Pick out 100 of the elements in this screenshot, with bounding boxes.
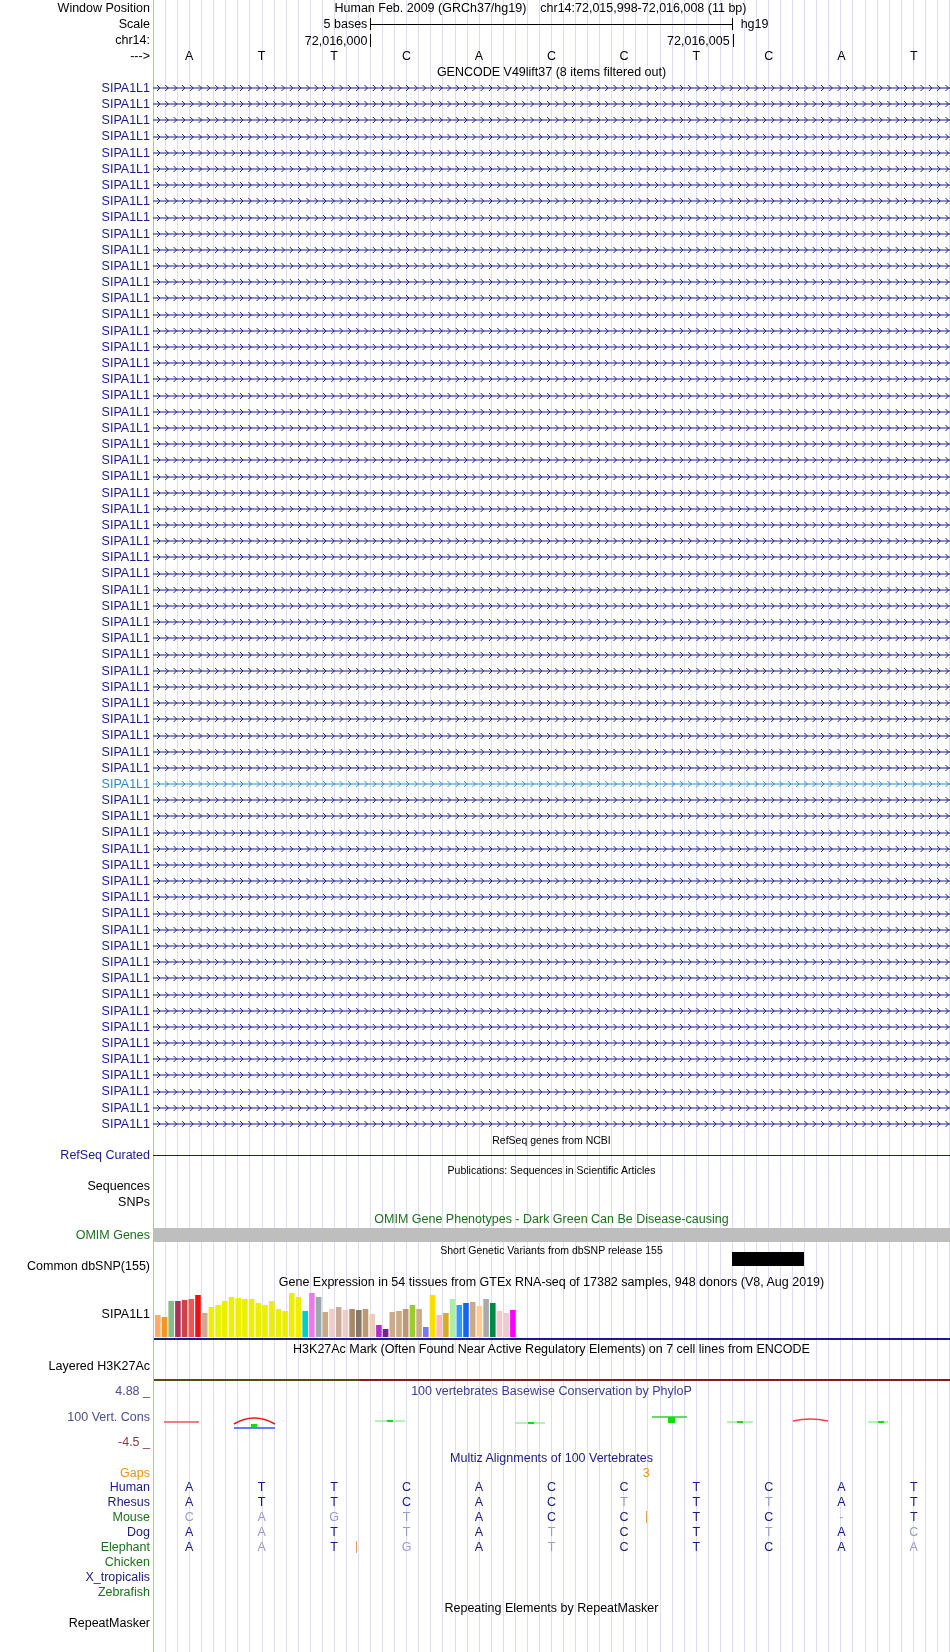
gene-link[interactable]: SIPA1L1 (101, 567, 150, 580)
gene-link[interactable]: SIPA1L1 (101, 1004, 150, 1018)
gene-strand-line[interactable] (153, 1071, 950, 1079)
gene-link[interactable]: SIPA1L1 (101, 696, 150, 710)
gene-strand-line[interactable] (153, 651, 950, 659)
gene-strand-line[interactable] (153, 262, 950, 270)
gene-strand-line[interactable] (153, 537, 950, 545)
gene-strand-line[interactable] (153, 974, 950, 982)
gene-link[interactable]: SIPA1L1 (101, 486, 150, 500)
track-label[interactable]: SNPs (118, 1195, 150, 1209)
gene-link[interactable]: SIPA1L1 (101, 1020, 150, 1034)
gene-strand-line[interactable] (153, 829, 950, 837)
gene-link[interactable]: SIPA1L1 (101, 1036, 150, 1050)
gene-strand-line[interactable] (153, 165, 950, 173)
gene-link[interactable]: SIPA1L1 (101, 972, 150, 985)
track-label[interactable]: Common dbSNP(155) (27, 1259, 150, 1273)
gene-strand-line[interactable] (153, 553, 950, 561)
gene-link[interactable]: SIPA1L1 (101, 761, 150, 775)
gene-strand-line[interactable] (153, 116, 950, 124)
gene-strand-line[interactable] (153, 408, 950, 416)
gene-link[interactable]: SIPA1L1 (101, 405, 150, 419)
track-label[interactable]: Sequences (87, 1179, 150, 1193)
gene-link[interactable]: SIPA1L1 (101, 551, 150, 564)
track-label[interactable]: OMIM Genes (75, 1228, 150, 1242)
species-label[interactable]: X_tropicalis (85, 1571, 150, 1584)
gene-link[interactable]: SIPA1L1 (101, 616, 150, 629)
gene-strand-line[interactable] (153, 424, 950, 432)
gene-link[interactable]: SIPA1L1 (101, 195, 150, 208)
gene-strand-line[interactable] (153, 1055, 950, 1063)
gene-strand-line[interactable] (153, 214, 950, 221)
gene-link[interactable]: SIPA1L1 (101, 259, 150, 273)
gene-link[interactable]: SIPA1L1 (101, 178, 150, 192)
gene-link[interactable]: SIPA1L1 (101, 826, 150, 839)
gene-strand-line[interactable] (153, 715, 950, 723)
gene-link[interactable]: SIPA1L1 (101, 308, 150, 321)
gene-link[interactable]: SIPA1L1 (101, 1101, 150, 1115)
gene-strand-line[interactable] (153, 149, 950, 157)
gene-link[interactable]: SIPA1L1 (101, 454, 150, 467)
gene-link[interactable]: SIPA1L1 (101, 324, 150, 338)
gene-strand-line[interactable] (153, 748, 950, 756)
gene-strand-line[interactable] (153, 1007, 950, 1015)
track-label[interactable]: RepeatMasker (68, 1617, 150, 1630)
gene-link[interactable]: SIPA1L1 (101, 583, 150, 597)
gene-strand-line[interactable] (153, 197, 950, 205)
gene-strand-line[interactable] (153, 392, 950, 400)
gene-link[interactable]: SIPA1L1 (101, 470, 150, 483)
species-label[interactable]: Mouse (112, 1511, 150, 1524)
gene-link[interactable]: SIPA1L1 (101, 842, 150, 856)
gene-link[interactable]: SIPA1L1 (101, 518, 150, 532)
gene-link[interactable]: SIPA1L1 (101, 114, 150, 127)
gene-link[interactable]: SIPA1L1 (101, 810, 150, 823)
gene-link[interactable]: SIPA1L1 (101, 794, 150, 807)
species-label[interactable]: Human (109, 1481, 150, 1494)
gene-link[interactable]: SIPA1L1 (101, 939, 150, 953)
gene-strand-line[interactable] (153, 732, 950, 739)
gene-strand-line[interactable] (153, 634, 950, 642)
gene-link[interactable]: SIPA1L1 (101, 1117, 150, 1131)
gene-strand-line[interactable] (153, 942, 950, 950)
gene-strand-line[interactable] (153, 570, 950, 578)
gene-strand-line[interactable] (153, 861, 950, 869)
gene-label[interactable]: SIPA1L1 (101, 1307, 150, 1321)
gene-link[interactable]: SIPA1L1 (101, 227, 150, 241)
gene-link[interactable]: SIPA1L1 (101, 211, 150, 224)
gene-strand-line[interactable] (153, 278, 950, 286)
gene-link[interactable]: SIPA1L1 (101, 955, 150, 969)
gene-link[interactable]: SIPA1L1 (101, 745, 150, 759)
gene-strand-line[interactable] (153, 796, 950, 804)
gene-strand-line[interactable] (153, 246, 950, 254)
gene-link[interactable]: SIPA1L1 (101, 81, 150, 95)
gene-link[interactable]: SIPA1L1 (101, 437, 150, 451)
gene-strand-line[interactable] (153, 181, 950, 189)
gene-strand-line[interactable] (153, 586, 950, 594)
gene-strand-line[interactable] (153, 489, 950, 497)
gene-link[interactable]: SIPA1L1 (101, 292, 150, 305)
gene-link[interactable]: SIPA1L1 (101, 1069, 150, 1082)
track-label[interactable]: RefSeq Curated (60, 1148, 150, 1162)
gene-strand-line[interactable] (153, 375, 950, 383)
gene-strand-line[interactable] (153, 1104, 950, 1112)
gene-strand-line[interactable] (153, 667, 950, 675)
gene-link[interactable]: SIPA1L1 (101, 907, 150, 920)
gene-link[interactable]: SIPA1L1 (101, 162, 150, 176)
gene-link[interactable]: SIPA1L1 (101, 357, 150, 370)
gene-link[interactable]: SIPA1L1 (101, 680, 150, 694)
gene-strand-line[interactable] (153, 327, 950, 335)
gene-link[interactable]: SIPA1L1 (101, 146, 150, 160)
gene-strand-line[interactable] (153, 845, 950, 853)
gene-strand-line[interactable] (153, 505, 950, 513)
species-label[interactable]: Dog (127, 1526, 150, 1539)
gene-link[interactable]: SIPA1L1 (101, 632, 150, 645)
gene-strand-line[interactable] (153, 683, 950, 691)
species-label[interactable]: Chicken (104, 1556, 150, 1569)
gene-strand-line[interactable] (153, 359, 950, 367)
gene-link[interactable]: SIPA1L1 (101, 276, 150, 289)
gene-strand-line[interactable] (153, 618, 950, 626)
gene-link[interactable]: SIPA1L1 (101, 130, 150, 143)
gene-strand-line[interactable] (153, 84, 950, 92)
gene-strand-line[interactable] (153, 1088, 950, 1096)
gene-link[interactable]: SIPA1L1 (101, 729, 150, 742)
gene-strand-line[interactable] (153, 991, 950, 998)
gene-strand-line[interactable] (153, 602, 950, 610)
